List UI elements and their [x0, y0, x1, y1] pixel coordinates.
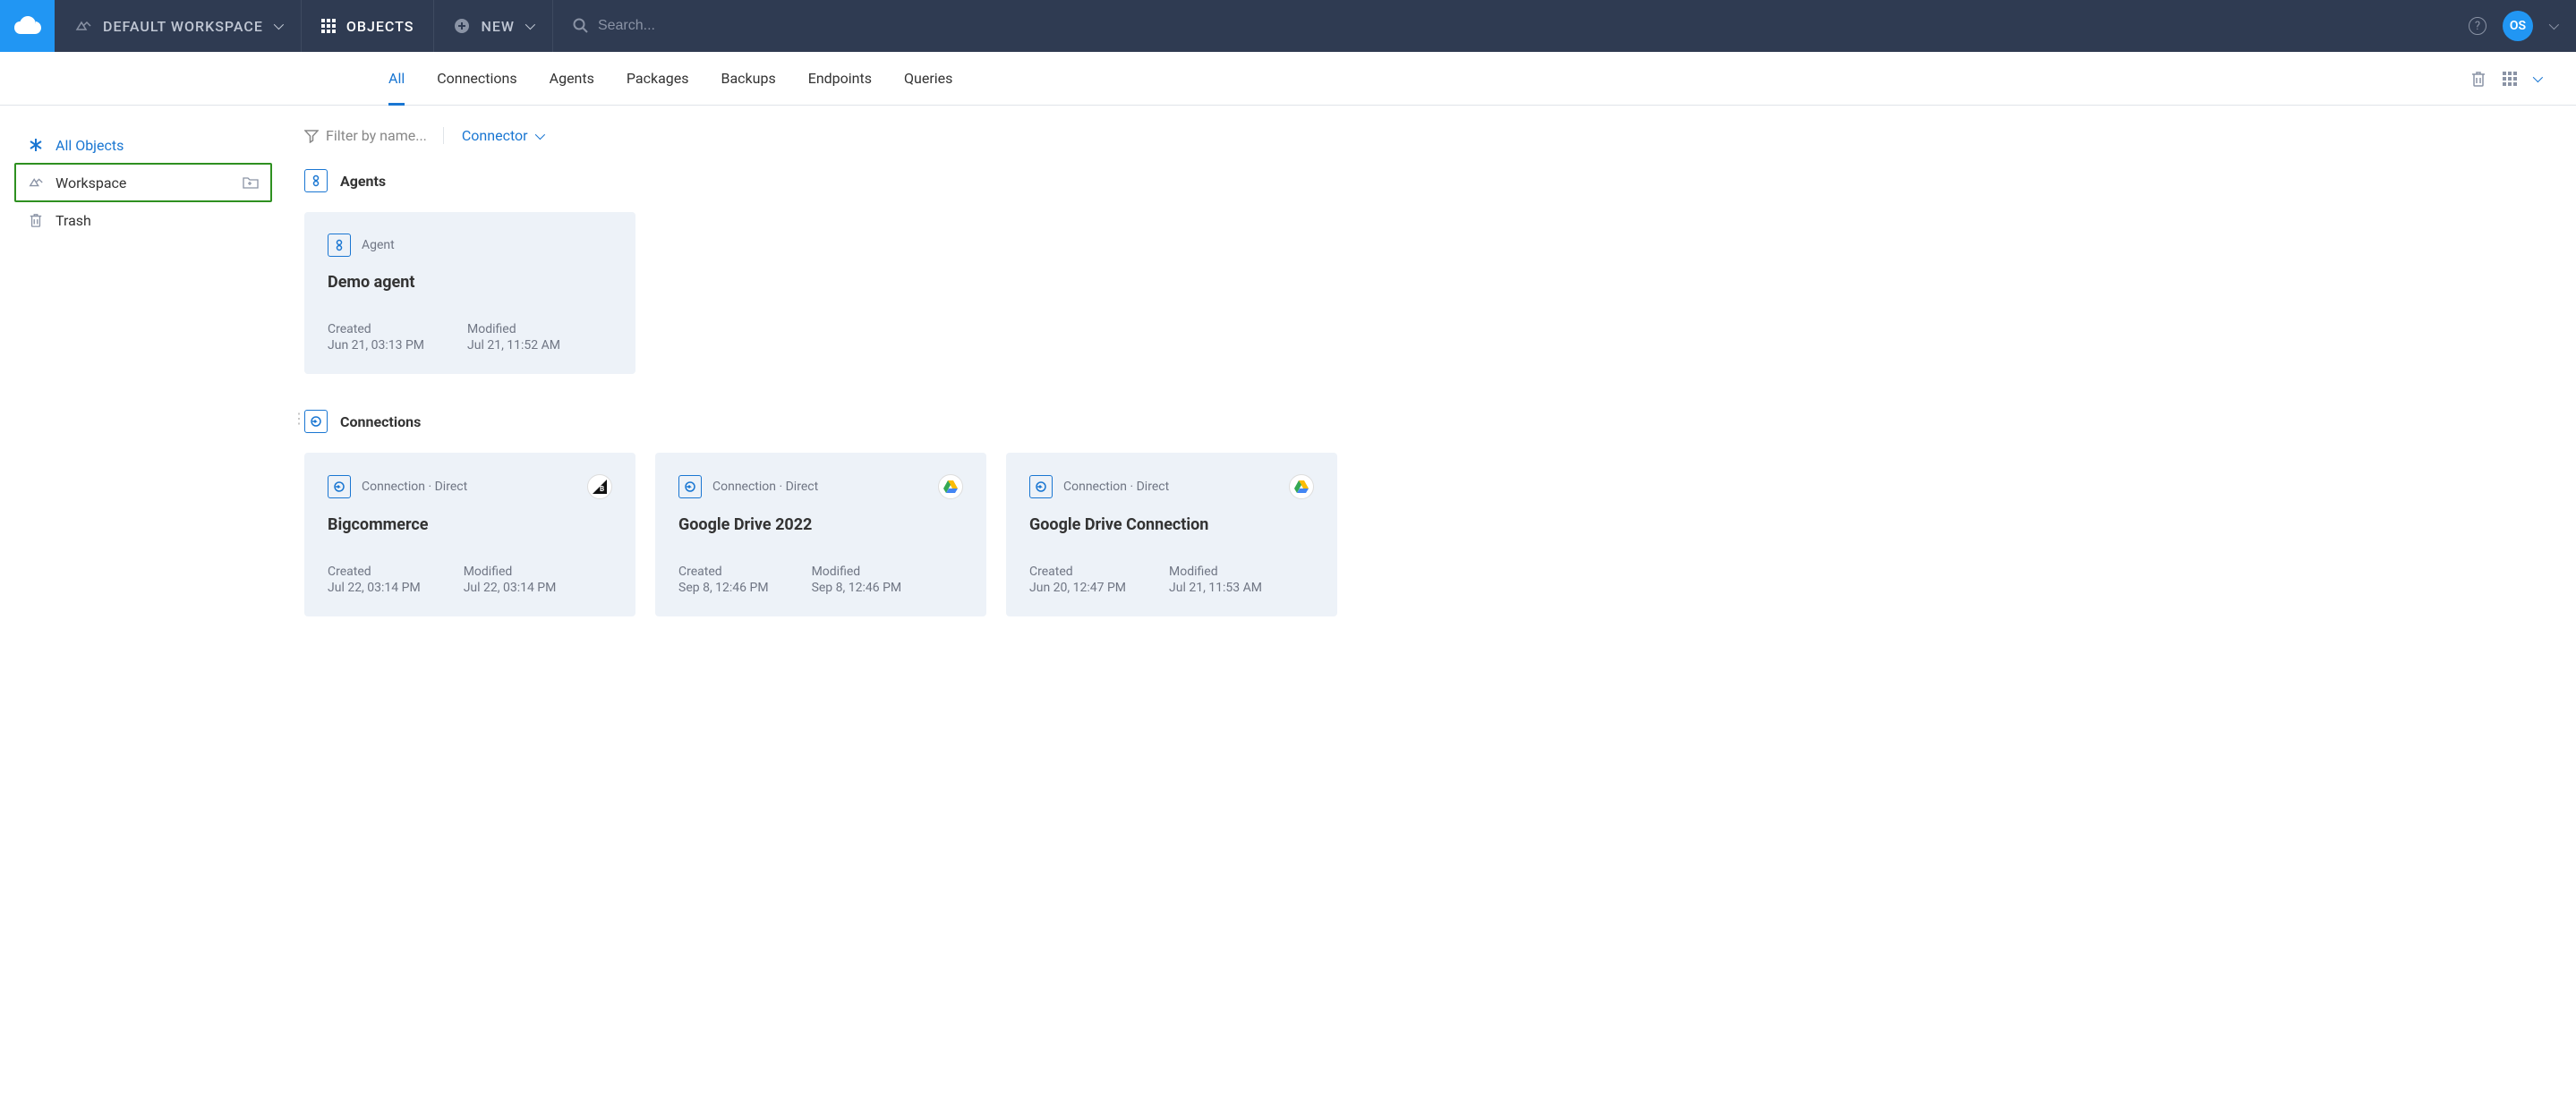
chevron-down-icon [534, 129, 544, 139]
tab-connections[interactable]: Connections [421, 52, 533, 106]
trash-icon [27, 211, 45, 229]
workspace-icon [27, 174, 45, 191]
topbar-right: ? OS [2449, 11, 2576, 41]
drag-handle-icon[interactable]: ⋮ [292, 410, 306, 427]
search-icon [573, 18, 589, 34]
main: Filter by name... Connector Agents [295, 106, 2576, 674]
plus-circle-icon [454, 18, 470, 34]
connection-icon [304, 410, 328, 433]
sidebar-item-all-objects[interactable]: All Objects [16, 127, 279, 163]
connection-card[interactable]: Connection · Direct B Bigcommerce Create… [304, 453, 635, 616]
connection-card[interactable]: Connection · Direct Google Drive 2022 Cr… [655, 453, 986, 616]
section-head-connections: Connections [304, 410, 2540, 433]
created-value: Sep 8, 12:46 PM [678, 581, 769, 595]
workspace-label: DEFAULT WORKSPACE [103, 18, 263, 35]
tab-agents[interactable]: Agents [533, 52, 610, 106]
tabbar: All Connections Agents Packages Backups … [0, 52, 2576, 106]
sidebar-item-label: All Objects [55, 137, 124, 154]
agent-card[interactable]: Agent Demo agent Created Jun 21, 03:13 P… [304, 212, 635, 374]
connector-dropdown[interactable]: Connector [462, 127, 542, 144]
modified-value: Jul 21, 11:53 AM [1169, 581, 1262, 595]
card-type-label: Connection · Direct [1063, 480, 1169, 494]
avatar[interactable]: OS [2503, 11, 2533, 41]
bigcommerce-logo-icon: B [587, 474, 612, 499]
card-type-label: Connection · Direct [362, 480, 467, 494]
objects-label: OBJECTS [346, 18, 414, 35]
connection-icon [678, 475, 702, 498]
folder-add-icon[interactable] [242, 174, 260, 191]
workspace-selector[interactable]: DEFAULT WORKSPACE [55, 0, 302, 52]
view-grid-button[interactable] [2503, 72, 2517, 86]
new-label: NEW [481, 18, 514, 35]
card-title: Google Drive 2022 [678, 515, 963, 534]
sidebar-item-workspace[interactable]: Workspace [14, 163, 272, 202]
connector-label: Connector [462, 127, 528, 144]
sidebar-item-trash[interactable]: Trash [16, 202, 279, 238]
content: All Objects Workspace Trash Filter by na… [0, 106, 2576, 674]
card-title: Bigcommerce [328, 515, 612, 534]
modified-value: Sep 8, 12:46 PM [812, 581, 902, 595]
sidebar-item-label: Workspace [55, 174, 126, 191]
created-label: Created [328, 565, 421, 579]
modified-label: Modified [464, 565, 557, 579]
created-label: Created [1029, 565, 1126, 579]
grid-icon [321, 19, 336, 33]
connection-icon [1029, 475, 1053, 498]
filter-row: Filter by name... Connector [304, 127, 2540, 144]
created-label: Created [328, 322, 424, 336]
agent-cards: Agent Demo agent Created Jun 21, 03:13 P… [304, 212, 2540, 374]
workspace-icon [74, 17, 92, 35]
tabbar-right [2470, 70, 2576, 88]
created-value: Jul 22, 03:14 PM [328, 581, 421, 595]
objects-nav-button[interactable]: OBJECTS [302, 0, 435, 52]
chevron-down-icon [274, 20, 284, 30]
google-drive-logo-icon [938, 474, 963, 499]
filter-by-name[interactable]: Filter by name... [304, 127, 444, 144]
cloud-icon [14, 16, 41, 36]
search-box[interactable] [553, 18, 2449, 34]
tab-endpoints[interactable]: Endpoints [792, 52, 888, 106]
card-title: Demo agent [328, 273, 612, 292]
card-type-label: Connection · Direct [712, 480, 818, 494]
tab-queries[interactable]: Queries [888, 52, 968, 106]
google-drive-logo-icon [1289, 474, 1314, 499]
topbar: DEFAULT WORKSPACE OBJECTS NEW ? OS [0, 0, 2576, 52]
trash-button[interactable] [2470, 70, 2486, 88]
section-title: Agents [340, 173, 386, 190]
filter-icon [304, 129, 319, 143]
search-input[interactable] [598, 18, 866, 34]
connection-card[interactable]: Connection · Direct Google Drive Connect… [1006, 453, 1337, 616]
modified-label: Modified [1169, 565, 1262, 579]
section-head-agents: Agents [304, 169, 2540, 192]
sidebar-item-label: Trash [55, 212, 91, 229]
filter-placeholder: Filter by name... [326, 127, 427, 144]
created-value: Jun 20, 12:47 PM [1029, 581, 1126, 595]
logo[interactable] [0, 0, 55, 52]
connection-icon [328, 475, 351, 498]
help-button[interactable]: ? [2469, 17, 2486, 35]
chevron-down-icon[interactable] [2549, 20, 2559, 30]
modified-value: Jul 22, 03:14 PM [464, 581, 557, 595]
agent-icon [304, 169, 328, 192]
tab-packages[interactable]: Packages [610, 52, 705, 106]
connection-cards: Connection · Direct B Bigcommerce Create… [304, 453, 2540, 616]
asterisk-icon [27, 136, 45, 154]
tab-all[interactable]: All [372, 52, 421, 106]
agent-icon [328, 234, 351, 257]
created-value: Jun 21, 03:13 PM [328, 338, 424, 353]
svg-text:B: B [600, 485, 604, 493]
created-label: Created [678, 565, 769, 579]
chevron-down-icon [525, 20, 535, 30]
chevron-down-icon[interactable] [2533, 72, 2543, 81]
modified-value: Jul 21, 11:52 AM [467, 338, 560, 353]
sidebar: All Objects Workspace Trash [0, 106, 295, 674]
modified-label: Modified [812, 565, 902, 579]
section-title: Connections [340, 413, 421, 430]
tab-backups[interactable]: Backups [705, 52, 792, 106]
card-type-label: Agent [362, 238, 395, 252]
card-title: Google Drive Connection [1029, 515, 1314, 534]
modified-label: Modified [467, 322, 560, 336]
new-nav-button[interactable]: NEW [434, 0, 552, 52]
